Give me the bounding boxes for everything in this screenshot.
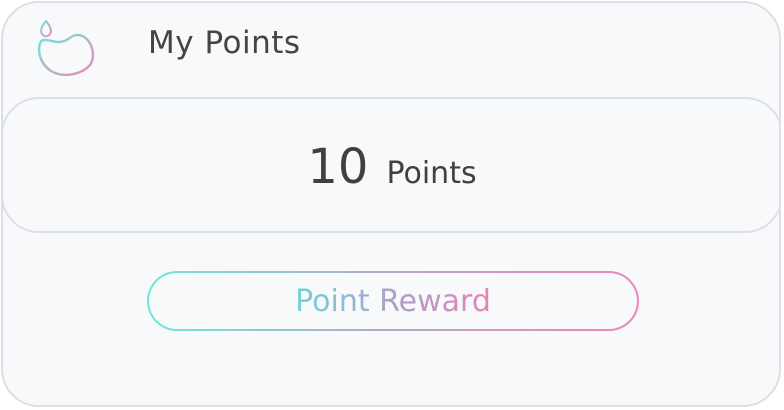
points-balance-panel: 10 Points [3,97,779,233]
points-value: 10 [307,139,369,195]
point-reward-label: Point Reward [295,283,491,319]
points-unit-label: Points [386,156,477,191]
droplet-logo-icon [37,19,95,77]
points-balance: 10 Points [307,139,476,195]
points-card: My Points 10 Points Point Reward [1,1,781,407]
page-title: My Points [148,25,301,61]
point-reward-button[interactable]: Point Reward [147,271,639,331]
